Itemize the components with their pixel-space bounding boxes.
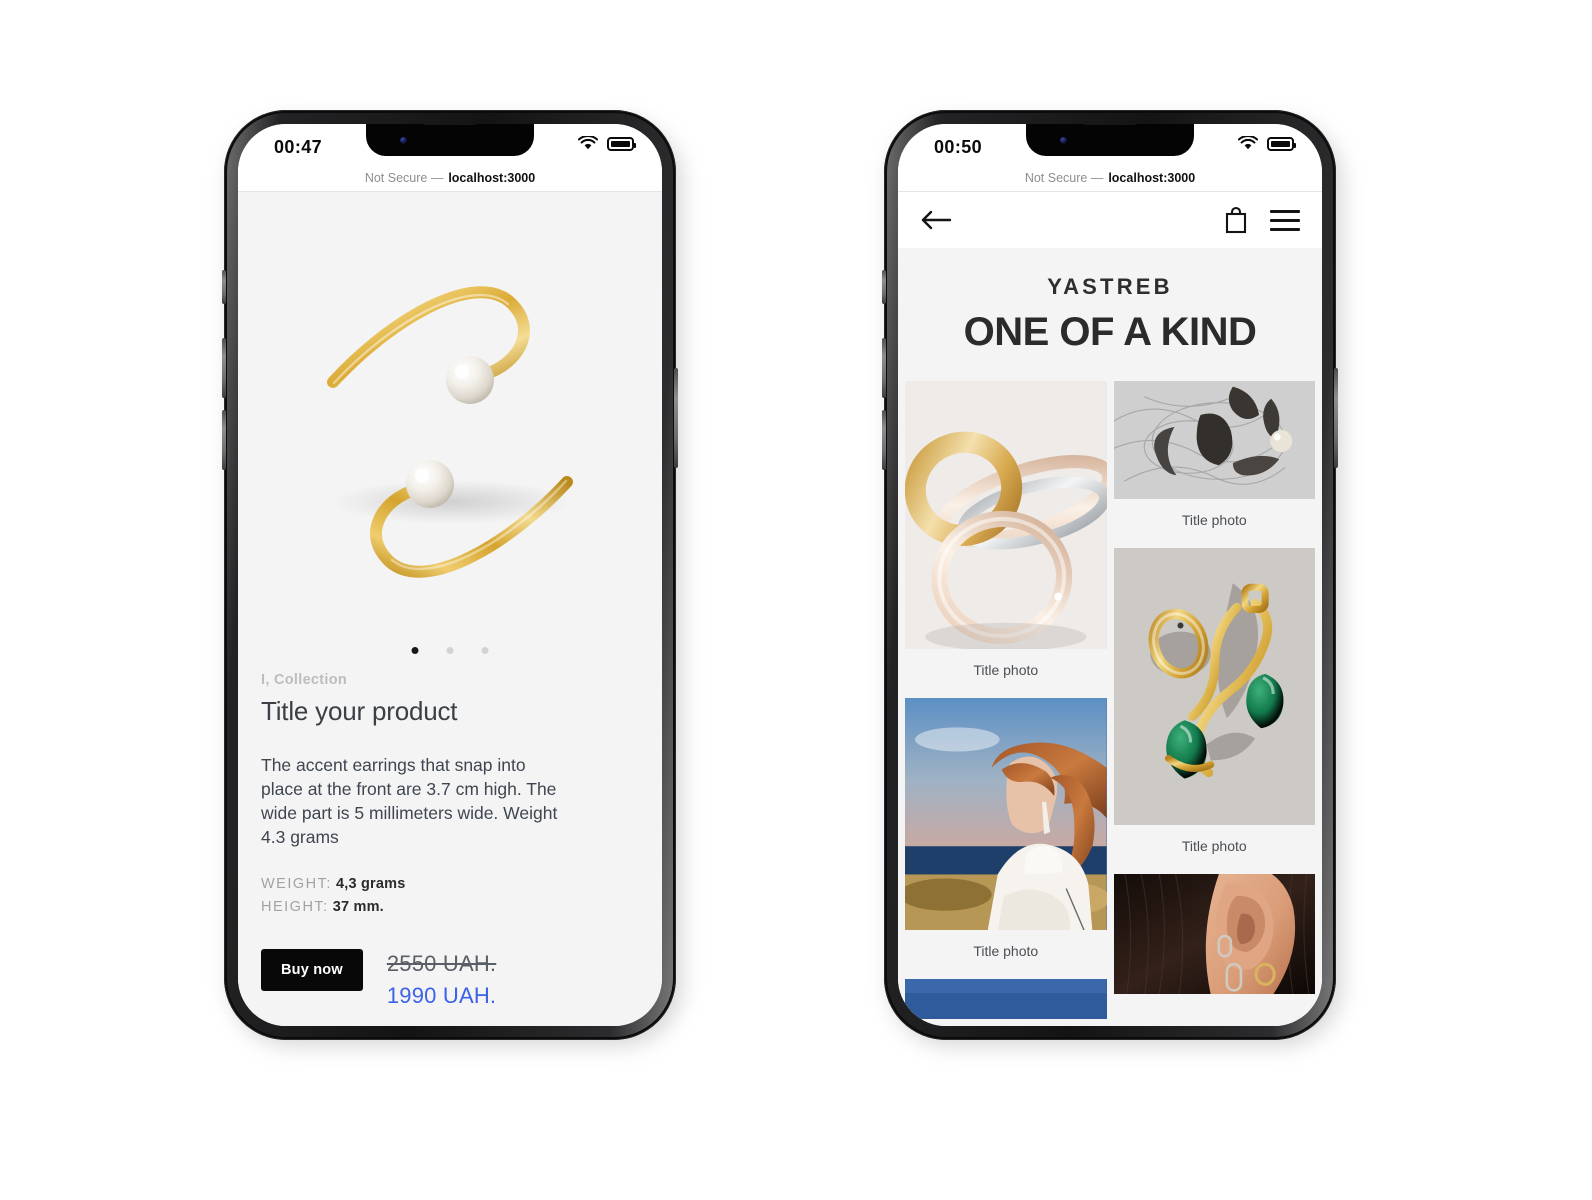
price-original: 2550 UAH. [386, 950, 497, 976]
gallery-item[interactable]: Title photo [905, 381, 1107, 692]
front-camera-icon [1060, 137, 1067, 144]
battery-icon [607, 136, 636, 151]
product-info: I, Collection Title your product The acc… [238, 672, 662, 1009]
gallery-item[interactable] [905, 979, 1107, 1019]
tagline: ONE OF A KIND [963, 310, 1257, 354]
carousel-dot-1[interactable] [411, 647, 419, 654]
cart-button[interactable] [1224, 206, 1248, 234]
collection-label: I, Collection [261, 672, 348, 688]
power-button[interactable] [1334, 368, 1338, 468]
carousel-dot-2[interactable] [446, 647, 454, 654]
product-description: The accent earrings that snap into place… [261, 755, 558, 848]
phone-screen: 00:50 Not Secure — localhost:3000 YASTRE… [898, 124, 1322, 1026]
url-host: localhost:3000 [448, 170, 536, 185]
photo-gallery: Title photo Title photo Title photo Titl… [898, 381, 1322, 1025]
price-discounted: 1990 UAH. [386, 982, 497, 1008]
screenshot-canvas: 00:47 Not Secure — localhost:3000 I, Col… [0, 0, 1592, 1200]
not-secure-label: Not Secure — [1024, 170, 1104, 185]
volume-down-button[interactable] [222, 410, 226, 470]
bw-abstract-photo[interactable] [1113, 381, 1315, 499]
earpiece-speaker [1083, 124, 1137, 125]
app-bar [898, 192, 1322, 248]
price-block: 2550 UAH. 1990 UAH. [387, 949, 496, 1009]
status-time: 00:50 [934, 137, 983, 157]
product-specs: WEIGHT: 4,3 grams HEIGHT: 37 mm. [261, 876, 639, 915]
page-viewport-product: I, Collection Title your product The acc… [238, 192, 662, 1026]
safari-url-bar[interactable]: Not Secure — localhost:3000 [898, 164, 1322, 192]
power-button[interactable] [674, 368, 678, 468]
gallery-item[interactable]: Title photo [905, 698, 1107, 973]
status-time: 00:47 [274, 137, 323, 157]
gallery-caption: Title photo [1181, 512, 1247, 528]
gallery-caption: Title photo [1181, 838, 1247, 854]
spec-row-weight: WEIGHT: 4,3 grams [261, 876, 639, 892]
gold-pendants-photo[interactable] [1113, 548, 1315, 825]
device-notch [1026, 124, 1194, 156]
safari-url-bar[interactable]: Not Secure — localhost:3000 [238, 164, 662, 192]
carousel-dots[interactable] [411, 647, 489, 654]
status-indicators [1238, 136, 1296, 151]
ear-piercings-photo[interactable] [1113, 874, 1315, 994]
menu-button[interactable] [1270, 209, 1300, 231]
page-title: Title your product [261, 696, 458, 726]
back-button[interactable] [920, 209, 952, 231]
gallery-column-left: Title photo Title photo [905, 381, 1107, 1025]
device-notch [366, 124, 534, 156]
phone-device-gallery: 00:50 Not Secure — localhost:3000 YASTRE… [882, 110, 1342, 1046]
gold-rings-photo[interactable] [905, 381, 1107, 649]
shopping-bag-icon [1225, 206, 1247, 234]
volume-up-button[interactable] [882, 338, 886, 398]
product-image-carousel[interactable] [238, 192, 662, 672]
page-viewport-gallery: YASTREB ONE OF A KIND Title photo Title … [898, 192, 1322, 1026]
spec-value-weight: 4,3 grams [335, 875, 406, 892]
gallery-column-right: Title photo Title photo [1113, 381, 1315, 1025]
silence-switch[interactable] [222, 270, 226, 304]
volume-down-button[interactable] [882, 410, 886, 470]
battery-icon [1267, 136, 1296, 151]
phone-screen: 00:47 Not Secure — localhost:3000 I, Col… [238, 124, 662, 1026]
spec-label-weight: WEIGHT: [261, 875, 332, 892]
status-indicators [578, 136, 636, 151]
phone-device-product: 00:47 Not Secure — localhost:3000 I, Col… [222, 110, 682, 1046]
earring-product-photo [238, 192, 662, 672]
brand-name: YASTREB [1047, 274, 1173, 299]
front-camera-icon [400, 137, 407, 144]
url-host: localhost:3000 [1108, 170, 1196, 185]
silence-switch[interactable] [882, 270, 886, 304]
not-secure-label: Not Secure — [364, 170, 444, 185]
purchase-row: Buy now 2550 UAH. 1990 UAH. [261, 948, 639, 1009]
gallery-item[interactable]: Title photo [1113, 381, 1315, 542]
model-seaside-photo[interactable] [905, 698, 1107, 930]
hamburger-menu-icon [1270, 209, 1300, 231]
wifi-icon [1238, 136, 1258, 150]
gallery-caption: Title photo [973, 943, 1039, 959]
blue-photo-partial[interactable] [905, 979, 1107, 1019]
spec-label-height: HEIGHT: [261, 898, 329, 915]
wifi-icon [578, 136, 598, 150]
carousel-dot-3[interactable] [481, 647, 489, 654]
back-arrow-icon [921, 210, 952, 230]
spec-row-height: HEIGHT: 37 mm. [261, 899, 639, 915]
earpiece-speaker [423, 124, 477, 125]
spec-value-height: 37 mm. [332, 898, 384, 915]
brand-header: YASTREB ONE OF A KIND [898, 248, 1322, 381]
gallery-item[interactable]: Title photo [1113, 548, 1315, 868]
gallery-caption: Title photo [973, 662, 1039, 678]
gallery-item[interactable] [1113, 874, 1315, 994]
buy-now-button[interactable]: Buy now [261, 948, 363, 991]
volume-up-button[interactable] [222, 338, 226, 398]
